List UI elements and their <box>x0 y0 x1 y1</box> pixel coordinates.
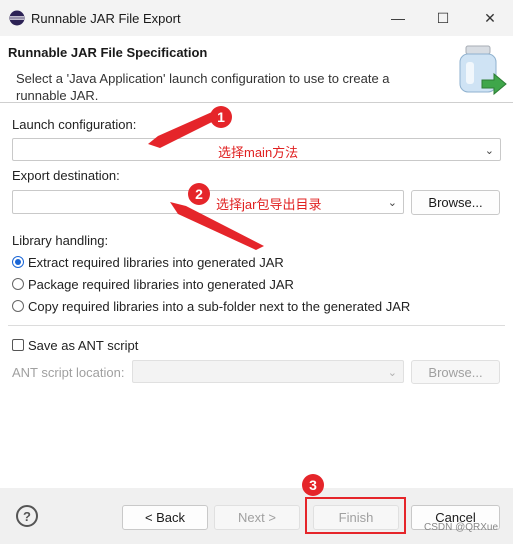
annotation-badge-3: 3 <box>302 474 324 496</box>
arrow-1 <box>148 112 216 148</box>
annotation-text-1: 选择main方法 <box>218 145 299 160</box>
annotation-text-2: 选择jar包导出目录 <box>216 197 322 212</box>
finish-highlight <box>305 497 406 534</box>
annotation-badge-1: 1 <box>210 106 232 128</box>
annotation-layer <box>148 112 406 534</box>
annotation-badge-2: 2 <box>188 183 210 205</box>
